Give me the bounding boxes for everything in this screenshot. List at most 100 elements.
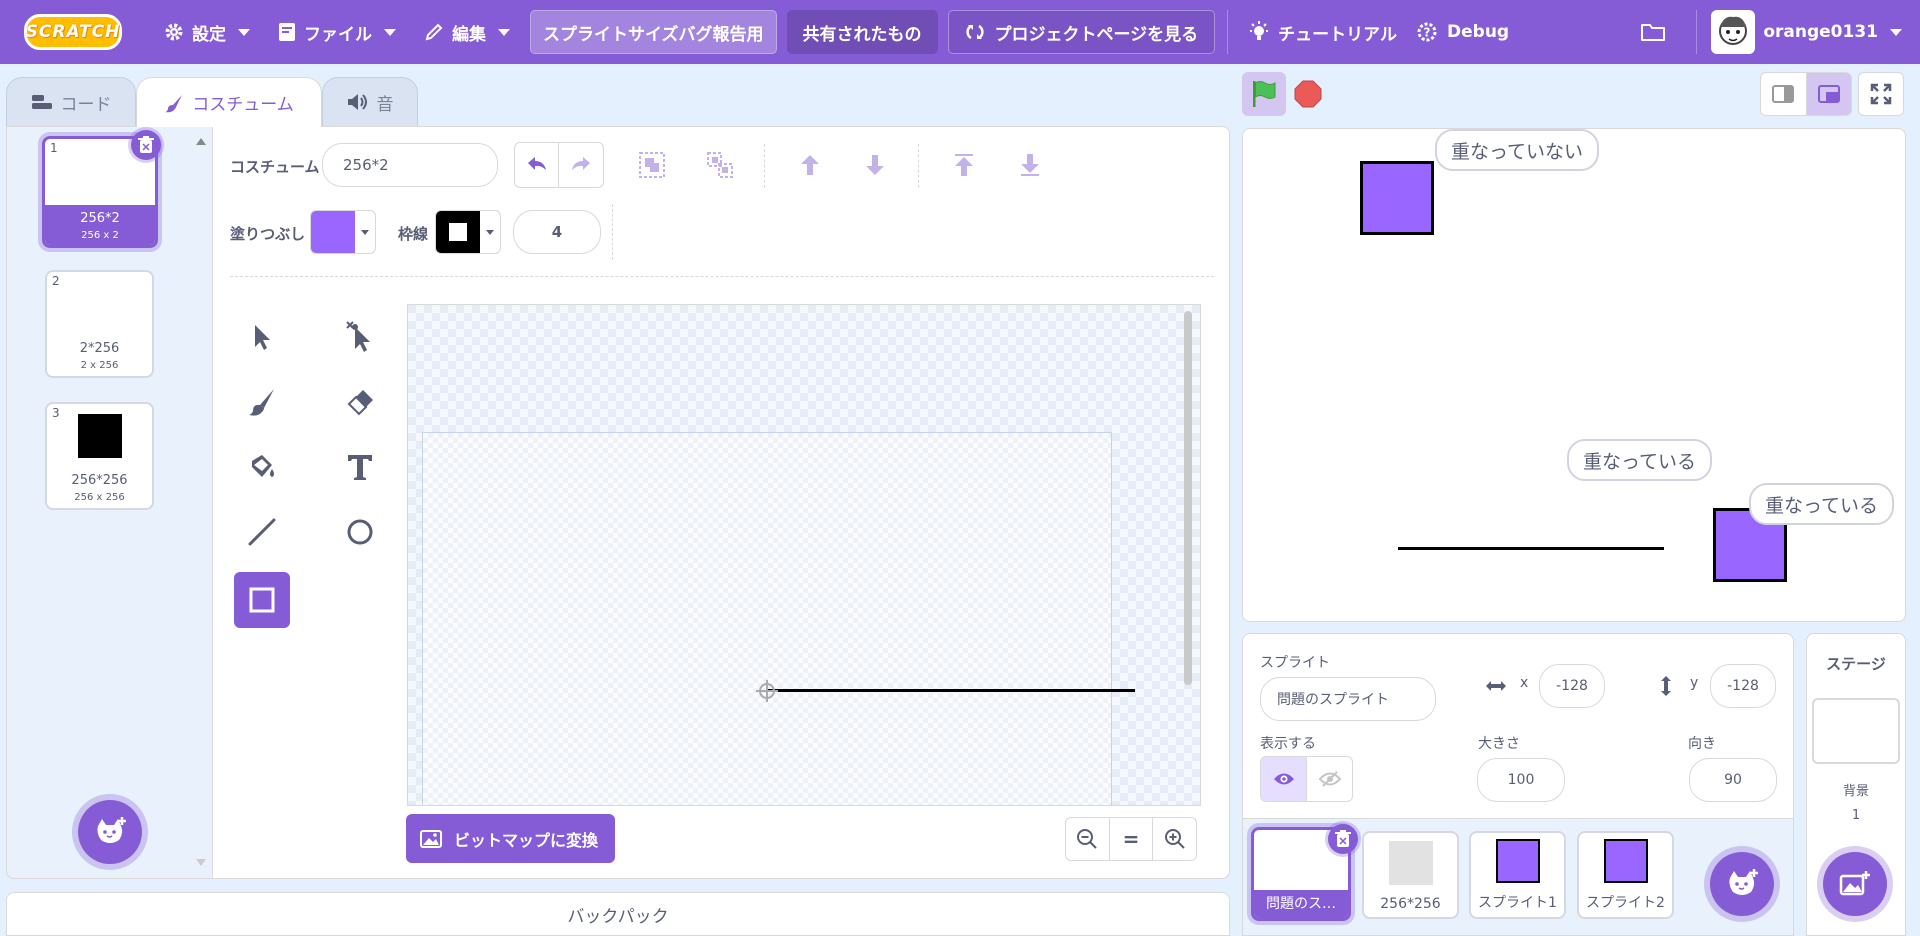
toolbar-divider xyxy=(918,144,919,188)
stage-canvas[interactable]: 重なっていない 重なっている 重なっている xyxy=(1242,128,1906,622)
stage-sprite-square[interactable] xyxy=(1360,161,1434,235)
toolbar-divider xyxy=(764,144,765,188)
show-button[interactable] xyxy=(1261,757,1307,801)
forward-button[interactable] xyxy=(790,148,830,182)
folder-icon xyxy=(1641,24,1666,41)
group-button[interactable] xyxy=(632,148,672,182)
eraser-tool[interactable] xyxy=(332,374,388,430)
reshape-tool[interactable] xyxy=(332,309,388,365)
hide-button[interactable] xyxy=(1307,757,1352,801)
shared-button[interactable]: 共有されたもの xyxy=(786,10,938,54)
stage-thumbnail[interactable] xyxy=(1812,698,1900,764)
redo-button[interactable] xyxy=(559,143,603,187)
avatar-icon xyxy=(1719,16,1748,45)
outline-swatch xyxy=(436,211,480,253)
paint-canvas[interactable] xyxy=(407,304,1201,806)
fullscreen-button[interactable] xyxy=(1858,72,1904,116)
sprite-item[interactable]: スプライト1 xyxy=(1469,831,1566,919)
tab-sounds[interactable]: 音 xyxy=(322,77,418,127)
edit-menu[interactable]: 編集 xyxy=(410,0,524,64)
zoom-in-button[interactable] xyxy=(1153,818,1196,860)
front-button[interactable] xyxy=(944,148,984,182)
debug-label: Debug xyxy=(1447,22,1510,42)
costume-list-scrollbar[interactable] xyxy=(194,132,208,872)
tutorials-menu[interactable]: チュートリアル xyxy=(1234,0,1411,64)
stop-button[interactable] xyxy=(1294,80,1322,108)
scratch-logo[interactable]: SCRATCH xyxy=(24,14,122,50)
fill-color-picker[interactable] xyxy=(310,210,376,254)
stop-sign-icon xyxy=(1294,80,1322,108)
delete-costume-button[interactable] xyxy=(131,130,161,160)
choose-sprite-button[interactable] xyxy=(1710,852,1774,916)
brush-icon xyxy=(165,94,183,112)
brush-tool[interactable] xyxy=(234,374,290,430)
outline-width-input[interactable]: 4 xyxy=(513,210,601,254)
backdrop-count: 1 xyxy=(1851,808,1861,823)
eye-icon xyxy=(1273,773,1294,785)
x-input[interactable]: -128 xyxy=(1539,664,1605,708)
tutorials-label: チュートリアル xyxy=(1278,24,1398,45)
eye-hidden-icon xyxy=(1318,771,1341,787)
sprite-item[interactable]: 256*256 xyxy=(1362,831,1459,919)
tab-costumes[interactable]: コスチューム xyxy=(136,77,322,127)
sprite-name: スプライト2 xyxy=(1586,895,1665,911)
back-button[interactable] xyxy=(1010,148,1050,182)
rectangle-tool[interactable] xyxy=(234,572,290,628)
select-tool[interactable] xyxy=(234,309,290,365)
direction-input[interactable]: 90 xyxy=(1689,758,1777,802)
fill-tool[interactable] xyxy=(234,439,290,495)
zoom-in-icon xyxy=(1164,829,1185,849)
speech-bubble: 重なっていない xyxy=(1435,129,1600,171)
my-stuff-button[interactable] xyxy=(1610,0,1696,64)
tab-code-label: コード xyxy=(60,94,112,115)
x-label: x xyxy=(1520,675,1529,691)
settings-label: 設定 xyxy=(192,24,226,45)
visibility-toggle xyxy=(1260,756,1353,802)
costume-item-3[interactable]: 3 256*256 256 x 256 xyxy=(45,402,154,510)
settings-menu[interactable]: 設定 xyxy=(150,0,264,64)
project-page-button[interactable]: プロジェクトページを見る xyxy=(947,10,1216,54)
size-input[interactable]: 100 xyxy=(1477,758,1565,802)
delete-sprite-button[interactable] xyxy=(1328,824,1358,854)
redo-icon xyxy=(572,157,590,170)
backpack-header[interactable]: バックパック xyxy=(6,892,1230,936)
canvas-scrollbar[interactable] xyxy=(1184,311,1192,685)
costume-line-shape[interactable] xyxy=(766,689,1135,692)
project-title-input[interactable]: スプライトサイズバグ報告用 xyxy=(530,10,777,54)
circle-tool[interactable] xyxy=(332,504,388,560)
costume-item-2[interactable]: 2 2*256 2 x 256 xyxy=(45,270,154,378)
sprite-name-input[interactable]: 問題のスプライト xyxy=(1260,677,1436,721)
ungroup-button[interactable] xyxy=(700,148,740,182)
backdrop-add-icon xyxy=(1839,871,1870,896)
large-stage-icon xyxy=(1817,85,1840,103)
tab-code[interactable]: コード xyxy=(6,77,136,127)
fill-label: 塗りつぶし xyxy=(230,225,306,243)
costume-number: 2 xyxy=(52,274,60,288)
line-tool[interactable] xyxy=(234,504,290,560)
arrow-up-icon xyxy=(801,155,819,175)
file-menu[interactable]: ファイル xyxy=(264,0,410,64)
small-stage-button[interactable] xyxy=(1761,73,1807,115)
undo-button[interactable] xyxy=(515,143,560,187)
outline-color-picker[interactable] xyxy=(435,210,501,254)
undo-redo-group xyxy=(514,142,604,188)
svg-text:?: ? xyxy=(1424,26,1431,40)
debug-menu[interactable]: ? Debug xyxy=(1411,0,1523,64)
sprite-item[interactable]: スプライト2 xyxy=(1577,831,1674,919)
chevron-down-icon xyxy=(498,28,510,36)
menu-divider xyxy=(1227,10,1229,54)
costume-name-input[interactable]: 256*2 xyxy=(322,143,498,187)
convert-to-bitmap-button[interactable]: ビットマップに変換 xyxy=(406,814,615,863)
y-input[interactable]: -128 xyxy=(1710,664,1776,708)
caret-down-icon xyxy=(355,211,375,253)
account-menu[interactable]: orange0131 xyxy=(1697,0,1920,64)
backward-button[interactable] xyxy=(855,148,895,182)
choose-backdrop-button[interactable] xyxy=(1823,852,1887,916)
large-stage-button[interactable] xyxy=(1806,73,1851,115)
zoom-out-button[interactable] xyxy=(1066,818,1110,860)
zoom-reset-button[interactable]: = xyxy=(1110,818,1154,860)
choose-costume-button[interactable] xyxy=(78,800,142,864)
green-flag-button[interactable] xyxy=(1242,72,1286,116)
text-tool[interactable] xyxy=(332,439,388,495)
stage-line-sprite[interactable] xyxy=(1398,547,1664,550)
